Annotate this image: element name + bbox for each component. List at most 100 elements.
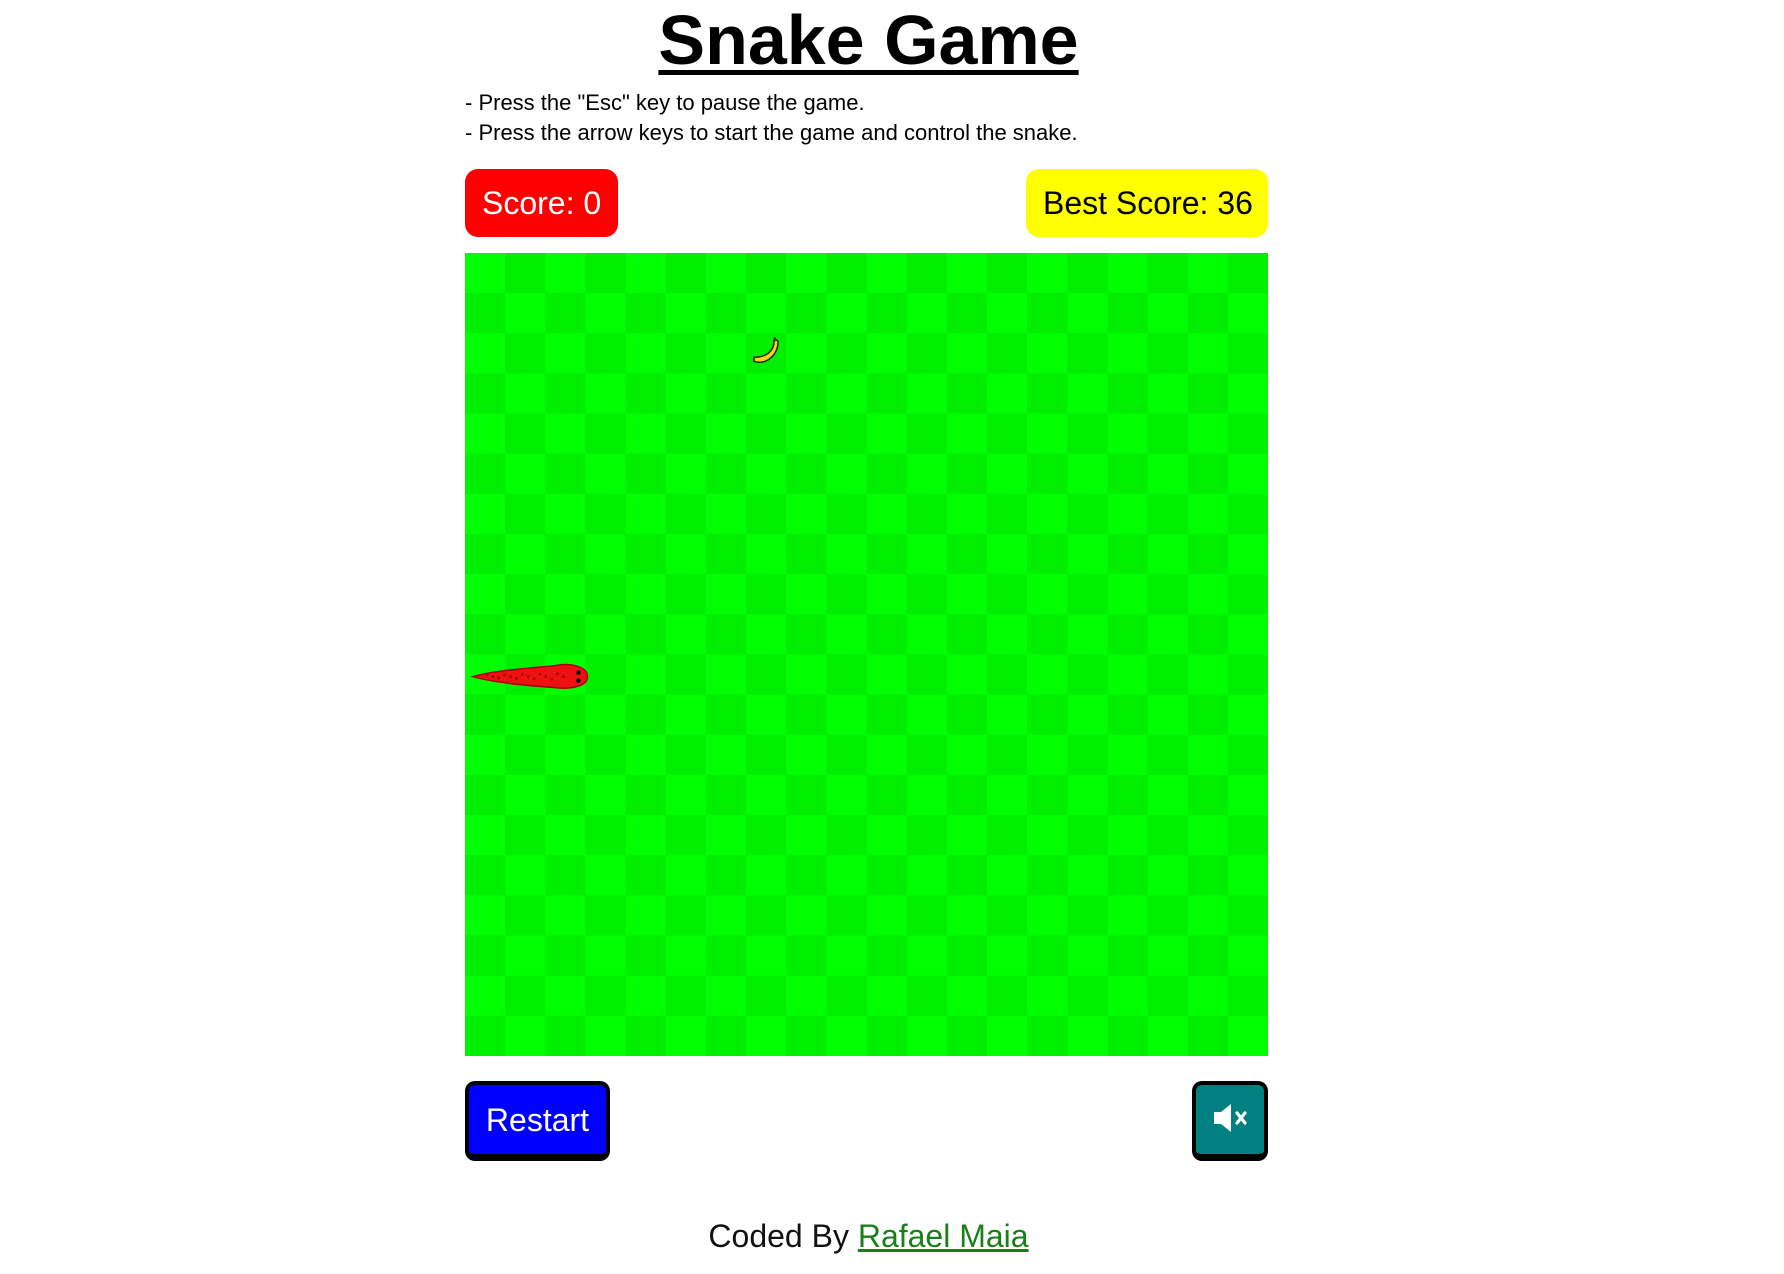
board-tile [1107, 774, 1149, 816]
board-tile [946, 774, 988, 816]
board-tile [665, 493, 707, 535]
board-tile [1027, 935, 1068, 977]
board-tile [1107, 734, 1149, 776]
board-tile [1027, 895, 1068, 937]
board-tile [1067, 534, 1108, 575]
board-tile [1067, 815, 1108, 856]
snake-scale [491, 675, 495, 678]
board-tile [1227, 413, 1268, 455]
board-tile [1187, 654, 1229, 696]
board-tile [465, 975, 506, 1017]
author-link[interactable]: Rafael Maia [858, 1218, 1029, 1254]
board-tile [585, 895, 627, 937]
board-tile [1067, 293, 1108, 334]
restart-button[interactable]: Restart [465, 1081, 610, 1161]
board-tile [786, 493, 827, 535]
board-tile [1027, 453, 1068, 495]
footer-credit: Coded By Rafael Maia [0, 1216, 1737, 1256]
board-tile [906, 895, 948, 937]
board-tile [786, 815, 827, 856]
board-tile [625, 534, 667, 575]
board-tile [826, 293, 867, 334]
board-tile [866, 534, 908, 575]
board-tile [866, 774, 908, 816]
board-tile [786, 333, 827, 374]
board-tile [786, 1015, 827, 1056]
board-tile [585, 654, 627, 696]
board-tile [1147, 614, 1189, 655]
board-tile [1027, 534, 1068, 575]
board-tile [826, 895, 867, 937]
board-tile [946, 654, 988, 696]
board-tile [906, 253, 948, 294]
board-tile [746, 293, 787, 334]
board-tile [826, 815, 867, 856]
game-board[interactable] [465, 253, 1268, 1056]
board-tile [986, 253, 1028, 294]
board-tile [986, 935, 1028, 977]
board-tile [946, 574, 988, 615]
board-tile [906, 293, 948, 334]
board-tile [906, 855, 948, 896]
board-tile [665, 734, 707, 776]
board-tile [1107, 253, 1149, 294]
board-tile [946, 493, 988, 535]
board-tile [625, 574, 667, 615]
board-tile [826, 654, 867, 696]
board-tile [1187, 734, 1229, 776]
board-tile [746, 614, 787, 655]
board-tile [625, 1015, 667, 1056]
board-tile [1027, 1015, 1068, 1056]
board-tile [986, 614, 1028, 655]
board-tile [545, 855, 586, 896]
board-tile [465, 1015, 506, 1056]
board-tile [545, 774, 586, 816]
board-tile [986, 493, 1028, 535]
board-tile [505, 815, 546, 856]
board-tile [585, 453, 627, 495]
board-tile [946, 413, 988, 455]
board-tile [625, 935, 667, 977]
board-tile [946, 614, 988, 655]
board-tile [705, 734, 747, 776]
board-tile [545, 413, 586, 455]
board-tile [465, 935, 506, 977]
game-board-canvas[interactable] [465, 253, 1268, 1056]
board-tile [625, 895, 667, 937]
board-tile [746, 734, 787, 776]
board-tile [1187, 975, 1229, 1017]
board-tile [545, 373, 586, 415]
board-tile [946, 935, 988, 977]
instruction-pause: - Press the "Esc" key to pause the game. [465, 90, 865, 115]
board-tile [986, 694, 1028, 736]
board-tile [625, 333, 667, 374]
board-tile [665, 574, 707, 615]
board-tile [545, 333, 586, 374]
board-grid [465, 253, 1268, 1056]
board-tile [545, 815, 586, 856]
snake-game-page: Snake Game - Press the "Esc" key to paus… [0, 0, 1784, 1274]
board-tile [1187, 293, 1229, 334]
board-tile [465, 293, 506, 334]
board-tile [1067, 413, 1108, 455]
board-tile [665, 975, 707, 1017]
board-tile [746, 935, 787, 977]
board-tile [986, 855, 1028, 896]
board-tile [1187, 333, 1229, 374]
board-tile [1027, 774, 1068, 816]
board-tile [866, 373, 908, 415]
board-tile [705, 815, 747, 856]
board-tile [705, 1015, 747, 1056]
board-tile [665, 774, 707, 816]
board-tile [665, 815, 707, 856]
board-tile [786, 734, 827, 776]
board-tile [505, 1015, 546, 1056]
board-tile [906, 774, 948, 816]
board-tile [826, 855, 867, 896]
board-tile [545, 574, 586, 615]
board-tile [866, 493, 908, 535]
board-tile [505, 694, 546, 736]
mute-button[interactable] [1192, 1081, 1268, 1161]
board-tile [786, 895, 827, 937]
board-tile [705, 895, 747, 937]
